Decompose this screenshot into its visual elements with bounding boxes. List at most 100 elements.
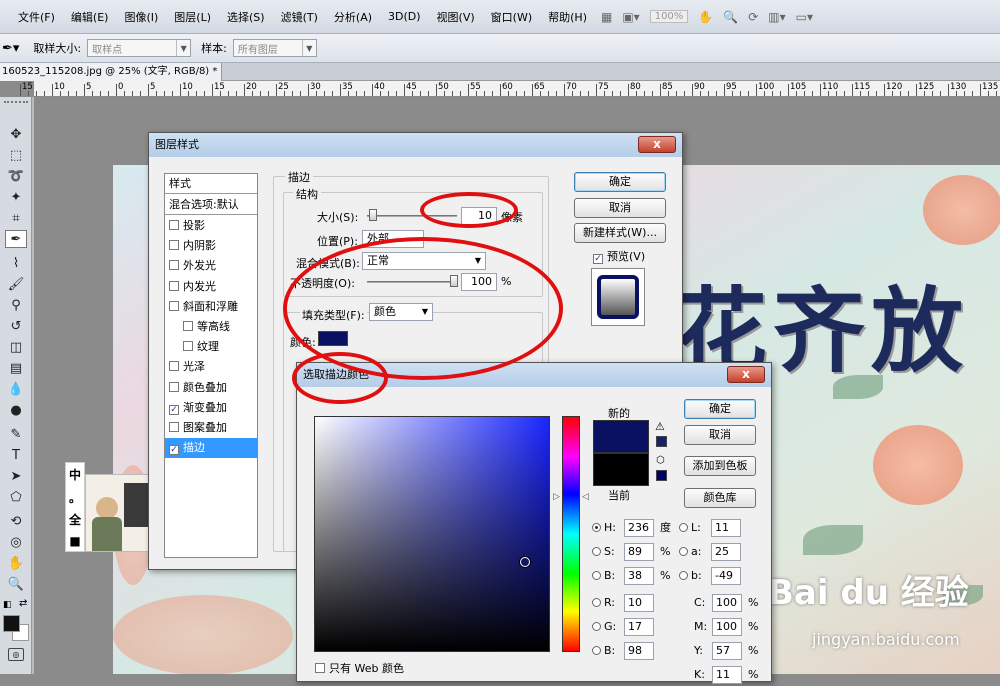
checkbox-icon[interactable] [183, 341, 193, 352]
effect-item[interactable]: 颜色叠加 [165, 378, 257, 398]
bridge-icon[interactable]: ▦ [601, 10, 612, 24]
effect-item[interactable]: 外发光 [165, 256, 257, 276]
color-value-input[interactable]: 98 [624, 642, 654, 660]
eyedropper-tool-icon[interactable]: ✒ [5, 230, 27, 248]
sample-size-select[interactable]: 取样点 ▼ [87, 39, 192, 57]
cancel-button[interactable]: 取消 [574, 198, 666, 218]
color-ok-button[interactable]: 确定 [684, 399, 756, 419]
color-field[interactable] [314, 416, 550, 652]
magic-wand-tool-icon[interactable]: ✦ [5, 188, 27, 206]
radio-button[interactable] [679, 523, 688, 532]
add-to-swatches-button[interactable]: 添加到色板 [684, 456, 756, 476]
effect-item[interactable]: 图案叠加 [165, 418, 257, 438]
color-value-input[interactable]: 10 [624, 594, 654, 612]
checkbox-icon[interactable] [169, 422, 179, 432]
checkbox-icon[interactable] [169, 361, 179, 372]
preview-checkbox[interactable]: ✓ 预览(V) [593, 248, 645, 264]
brush-tool-icon[interactable]: 🖌 [5, 275, 27, 293]
sample-select[interactable]: 所有图层 ▼ [232, 39, 317, 57]
healing-brush-tool-icon[interactable]: ⌇ [5, 254, 27, 272]
crop-tool-icon[interactable]: ⌗ [5, 209, 27, 227]
menu-item-5[interactable]: 滤镜(T) [273, 9, 326, 25]
menu-item-0[interactable]: 文件(F) [10, 9, 63, 25]
menu-item-9[interactable]: 窗口(W) [483, 9, 540, 25]
3d-rotate-tool-icon[interactable]: ⟲ [5, 512, 27, 530]
effect-item[interactable]: 光泽 [165, 357, 257, 377]
foreground-color-swatch[interactable] [3, 615, 20, 632]
type-tool-icon[interactable]: T [5, 446, 27, 464]
checkbox-icon[interactable] [169, 240, 179, 251]
effect-item[interactable]: 投影 [165, 216, 257, 236]
menu-item-4[interactable]: 选择(S) [219, 9, 273, 25]
close-icon[interactable]: x [727, 366, 765, 383]
color-value-input[interactable]: 11 [712, 666, 742, 684]
color-value-input[interactable]: 236 [624, 519, 654, 537]
history-brush-tool-icon[interactable]: ↺ [5, 317, 27, 335]
menu-item-2[interactable]: 图像(I) [116, 9, 166, 25]
3d-orbit-tool-icon[interactable]: ◎ [5, 533, 27, 551]
toolbox-grip[interactable] [4, 101, 28, 107]
color-field-cursor[interactable] [520, 557, 530, 567]
color-libraries-button[interactable]: 颜色库 [684, 488, 756, 508]
menu-item-6[interactable]: 分析(A) [326, 9, 380, 25]
screen-mode-icon[interactable]: ▭▾ [796, 10, 813, 24]
color-value-input[interactable]: 38 [624, 567, 654, 585]
color-value-input[interactable]: 25 [711, 543, 741, 561]
hue-slider-right-arrow[interactable]: ◁ [582, 492, 589, 502]
hue-slider[interactable] [562, 416, 580, 652]
menu-item-7[interactable]: 3D(D) [380, 10, 429, 23]
gamut-color-swatch[interactable] [656, 436, 667, 447]
checkbox-icon[interactable]: ✓ [169, 445, 179, 456]
menu-item-1[interactable]: 编辑(E) [63, 9, 117, 25]
hand-tool-icon[interactable]: ✋ [5, 554, 27, 572]
pen-tool-icon[interactable]: ✎ [5, 425, 27, 443]
marquee-tool-icon[interactable]: ⬚ [5, 146, 27, 164]
blur-tool-icon[interactable]: 💧 [5, 380, 27, 398]
clone-stamp-tool-icon[interactable]: ⚲ [5, 296, 27, 314]
checkbox-icon[interactable] [169, 280, 179, 291]
zoom-level[interactable]: 100% [649, 10, 689, 23]
path-selection-tool-icon[interactable]: ➤ [5, 467, 27, 485]
lasso-tool-icon[interactable]: ➰ [5, 167, 27, 185]
radio-button[interactable] [592, 622, 601, 631]
effect-item[interactable]: 纹理 [165, 337, 257, 357]
radio-button[interactable] [679, 571, 688, 580]
styles-header[interactable]: 样式 [165, 174, 257, 194]
menu-item-8[interactable]: 视图(V) [429, 9, 483, 25]
radio-button[interactable] [679, 547, 688, 556]
rotate-view-icon[interactable]: ⟳ [748, 10, 758, 24]
dodge-tool-icon[interactable]: ● [5, 401, 27, 419]
arrange-docs-icon[interactable]: ▥▾ [768, 10, 785, 24]
hand-tool-icon[interactable]: ✋ [698, 10, 713, 24]
radio-button[interactable] [592, 547, 601, 556]
close-icon[interactable]: x [638, 136, 676, 153]
color-value-input[interactable]: 100 [712, 618, 742, 636]
current-color-swatch[interactable] [593, 453, 649, 486]
zoom-tool-icon[interactable]: 🔍 [723, 10, 738, 24]
effect-item[interactable]: ✓ 渐变叠加 [165, 398, 257, 418]
swap-colors-icon[interactable]: ⇄ [19, 598, 27, 609]
effect-item[interactable]: 斜面和浮雕 [165, 297, 257, 317]
radio-button[interactable] [592, 571, 601, 580]
radio-button[interactable] [592, 523, 601, 532]
gamut-warning-icon[interactable]: ⚠ [655, 420, 665, 433]
hue-slider-left-arrow[interactable]: ▷ [553, 492, 560, 502]
effect-item[interactable]: 内发光 [165, 277, 257, 297]
default-colors-icon[interactable]: ◧ [3, 600, 13, 610]
color-value-input[interactable]: 100 [712, 594, 742, 612]
menu-item-3[interactable]: 图层(L) [166, 9, 219, 25]
ok-button[interactable]: 确定 [574, 172, 666, 192]
new-style-button[interactable]: 新建样式(W)... [574, 223, 666, 243]
view-extras-icon[interactable]: ▣▾ [622, 10, 639, 24]
radio-button[interactable] [592, 646, 601, 655]
gradient-tool-icon[interactable]: ▤ [5, 359, 27, 377]
blending-options-item[interactable]: 混合选项:默认 [165, 195, 257, 215]
color-value-input[interactable]: 57 [712, 642, 742, 660]
web-safe-color-swatch[interactable] [656, 470, 667, 481]
size-slider-thumb[interactable] [369, 209, 377, 221]
effect-item[interactable]: 内阴影 [165, 236, 257, 256]
menu-item-10[interactable]: 帮助(H) [540, 9, 595, 25]
document-tab[interactable]: 160523_115208.jpg @ 25% (文字, RGB/8) * [0, 63, 222, 81]
shape-tool-icon[interactable]: ⬠ [5, 488, 27, 506]
checkbox-icon[interactable] [169, 220, 179, 230]
